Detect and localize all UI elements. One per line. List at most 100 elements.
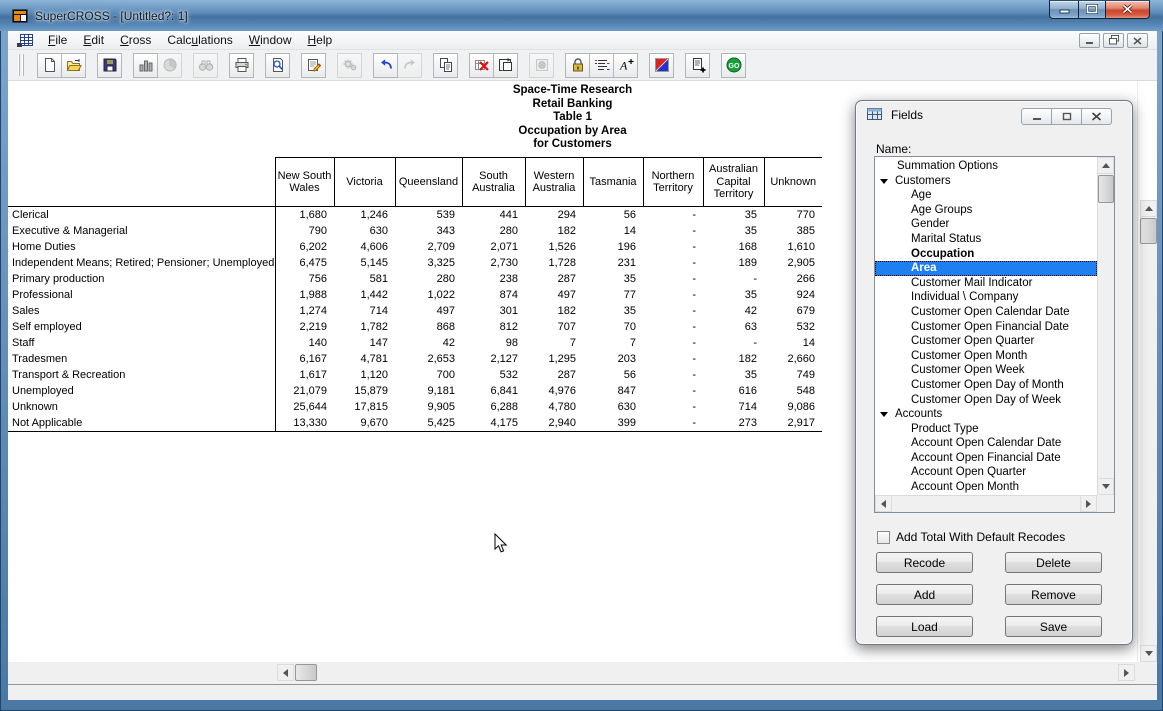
scroll-up-button[interactable] [1140, 200, 1157, 217]
data-cell[interactable]: 182 [525, 223, 583, 239]
data-cell[interactable]: 63 [703, 319, 764, 335]
data-cell[interactable]: 56 [583, 207, 643, 224]
row-label[interactable]: Tradesmen [8, 351, 275, 367]
data-cell[interactable]: 294 [525, 207, 583, 224]
data-cell[interactable]: 35 [703, 287, 764, 303]
row-label[interactable]: Sales [8, 303, 275, 319]
data-cell[interactable]: 42 [703, 303, 764, 319]
data-cell[interactable]: 21,079 [275, 383, 334, 399]
toolbar-grip[interactable] [18, 54, 20, 76]
dialog-restore-button[interactable] [1051, 108, 1082, 125]
row-label[interactable]: Not Applicable [8, 415, 275, 432]
row-label[interactable]: Unemployed [8, 383, 275, 399]
field-item-individual-company[interactable]: Individual \ Company [875, 290, 1097, 305]
data-cell[interactable]: 5,145 [334, 255, 395, 271]
data-cell[interactable]: 2,660 [764, 351, 822, 367]
data-cell[interactable]: 630 [334, 223, 395, 239]
data-cell[interactable]: 1,120 [334, 367, 395, 383]
data-cell[interactable]: 25,644 [275, 399, 334, 415]
add-button[interactable]: Add [876, 584, 973, 605]
data-cell[interactable]: - [643, 399, 703, 415]
data-cell[interactable]: 714 [334, 303, 395, 319]
horizontal-scroll-thumb[interactable] [295, 664, 317, 681]
mdi-minimize-button[interactable] [1079, 33, 1100, 48]
data-cell[interactable]: 1,246 [334, 207, 395, 224]
data-cell[interactable]: 14 [583, 223, 643, 239]
scroll-down-button[interactable] [1140, 645, 1157, 662]
data-cell[interactable]: 4,976 [525, 383, 583, 399]
close-button[interactable] [1105, 0, 1150, 19]
new-document-button[interactable] [37, 53, 62, 78]
bar-chart-button[interactable] [133, 53, 158, 78]
row-label[interactable]: Unknown [8, 399, 275, 415]
field-item-account-open-calendar-date[interactable]: Account Open Calendar Date [875, 436, 1097, 451]
data-cell[interactable]: - [643, 383, 703, 399]
data-cell[interactable]: 399 [583, 415, 643, 432]
data-cell[interactable]: 749 [764, 367, 822, 383]
menu-window[interactable]: Window [241, 32, 300, 48]
data-cell[interactable]: 9,181 [395, 383, 462, 399]
print-button[interactable] [229, 53, 254, 78]
data-cell[interactable]: 1,442 [334, 287, 395, 303]
data-cell[interactable]: 2,709 [395, 239, 462, 255]
data-cell[interactable]: 266 [764, 271, 822, 287]
data-cell[interactable]: 238 [462, 271, 525, 287]
data-cell[interactable]: 847 [583, 383, 643, 399]
data-cell[interactable]: 15,879 [334, 383, 395, 399]
data-cell[interactable]: 4,781 [334, 351, 395, 367]
scroll-left-button[interactable] [277, 664, 294, 681]
fields-dialog-titlebar[interactable]: Fields [856, 101, 1132, 128]
data-cell[interactable]: 35 [583, 271, 643, 287]
data-cell[interactable]: 5,425 [395, 415, 462, 432]
row-label[interactable]: Staff [8, 335, 275, 351]
menu-calculations[interactable]: Calculations [159, 32, 240, 48]
data-cell[interactable]: - [643, 207, 703, 224]
data-cell[interactable]: 548 [764, 383, 822, 399]
field-item-age[interactable]: Age [875, 188, 1097, 203]
data-cell[interactable]: 924 [764, 287, 822, 303]
data-cell[interactable]: 70 [583, 319, 643, 335]
main-horizontal-scrollbar[interactable] [277, 664, 1135, 681]
maximize-button[interactable] [1078, 0, 1105, 19]
data-cell[interactable]: - [643, 287, 703, 303]
data-cell[interactable]: 868 [395, 319, 462, 335]
data-cell[interactable]: - [643, 415, 703, 432]
mdi-restore-button[interactable] [1103, 33, 1124, 48]
data-cell[interactable]: 4,606 [334, 239, 395, 255]
field-item-customer-open-week[interactable]: Customer Open Week [875, 363, 1097, 378]
data-cell[interactable]: 2,940 [525, 415, 583, 432]
data-cell[interactable]: 756 [275, 271, 334, 287]
data-cell[interactable]: 301 [462, 303, 525, 319]
menu-edit[interactable]: Edit [75, 32, 112, 48]
row-label[interactable]: Executive & Managerial [8, 223, 275, 239]
data-cell[interactable]: 1,782 [334, 319, 395, 335]
remove-button[interactable]: Remove [1005, 584, 1102, 605]
field-item-area[interactable]: Area [875, 261, 1097, 276]
row-label[interactable]: Clerical [8, 207, 275, 224]
recode-button[interactable]: Recode [876, 552, 973, 573]
data-cell[interactable]: - [643, 239, 703, 255]
data-cell[interactable]: 1,617 [275, 367, 334, 383]
fields-vertical-scroll-thumb[interactable] [1098, 175, 1114, 203]
column-header-victoria[interactable]: Victoria [334, 158, 395, 207]
data-cell[interactable]: 441 [462, 207, 525, 224]
data-cell[interactable]: 532 [764, 319, 822, 335]
column-header-northern-territory[interactable]: Northern Territory [643, 158, 703, 207]
data-cell[interactable]: 231 [583, 255, 643, 271]
field-item-accounts[interactable]: Accounts [875, 407, 1097, 422]
child-system-menu-icon[interactable] [17, 33, 34, 48]
data-cell[interactable]: 98 [462, 335, 525, 351]
data-cell[interactable]: 35 [703, 207, 764, 224]
data-cell[interactable]: 812 [462, 319, 525, 335]
data-cell[interactable]: 539 [395, 207, 462, 224]
mdi-close-button[interactable] [1127, 33, 1148, 48]
data-cell[interactable]: 2,127 [462, 351, 525, 367]
data-cell[interactable]: 1,274 [275, 303, 334, 319]
data-cell[interactable]: 280 [395, 271, 462, 287]
data-cell[interactable]: 182 [525, 303, 583, 319]
row-label[interactable]: Professional [8, 287, 275, 303]
data-cell[interactable]: - [643, 335, 703, 351]
data-cell[interactable]: 532 [462, 367, 525, 383]
data-cell[interactable]: - [643, 255, 703, 271]
column-header-unknown[interactable]: Unknown [764, 158, 822, 207]
